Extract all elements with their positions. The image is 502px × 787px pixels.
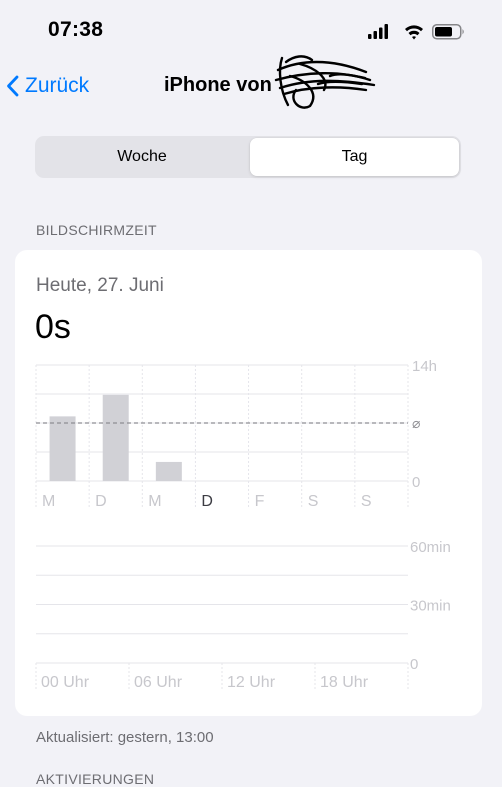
usage-charts: 14h ⌀ 0 M D M D F S S 60min 30min 0 00 Uhr 06 Uhr 12 Uh… [35,358,451,691]
day-y-tick-zero: 0 [410,656,418,673]
cellular-signal-icon [368,24,388,39]
week-x-tick-5: S [308,493,319,510]
week-bar-d-1 [102,394,129,481]
segment-week[interactable]: Woche [37,138,247,176]
back-button[interactable]: Zurück [6,73,89,99]
week-x-tick-1: D [95,493,107,510]
day-y-tick-mid: 30min [410,598,451,615]
updated-label: Aktualisiert: gestern, 13:00 [36,729,214,746]
period-segmented-control: Woche Tag [35,136,461,178]
wifi-icon [405,25,423,40]
week-y-tick-max: 14h [412,358,437,375]
day-x-tick-1: 06 Uhr [134,674,183,691]
week-x-tick-3: D [201,493,213,510]
week-x-tick-2: M [148,493,161,510]
day-x-tick-0: 00 Uhr [41,674,90,691]
week-y-tick-average: ⌀ [412,415,421,431]
segment-day[interactable]: Tag [250,138,459,176]
week-y-tick-zero: 0 [412,474,420,491]
week-bar-m-2 [155,461,182,481]
day-y-tick-max: 60min [410,539,451,556]
day-x-tick-3: 18 Uhr [320,674,369,691]
page-title: iPhone von [164,74,272,96]
section-header-activations: AKTIVIERUNGEN [36,771,155,787]
chevron-left-icon [7,75,19,97]
redaction-scribble [274,55,376,109]
status-time: 07:38 [48,18,104,41]
week-x-tick-0: M [42,493,55,510]
status-icons [368,24,464,40]
section-header-screen-time: BILDSCHIRMZEIT [36,222,157,238]
week-x-tick-6: S [361,493,372,510]
screen-time-card: Heute, 27. Juni 0s 14h ⌀ 0 M D M D F S S 60min 30mi… [15,250,482,716]
day-x-tick-2: 12 Uhr [227,674,276,691]
week-bar-m-0 [49,416,76,481]
week-x-tick-4: F [255,493,265,510]
battery-icon [432,24,464,40]
back-label: Zurück [25,74,90,97]
